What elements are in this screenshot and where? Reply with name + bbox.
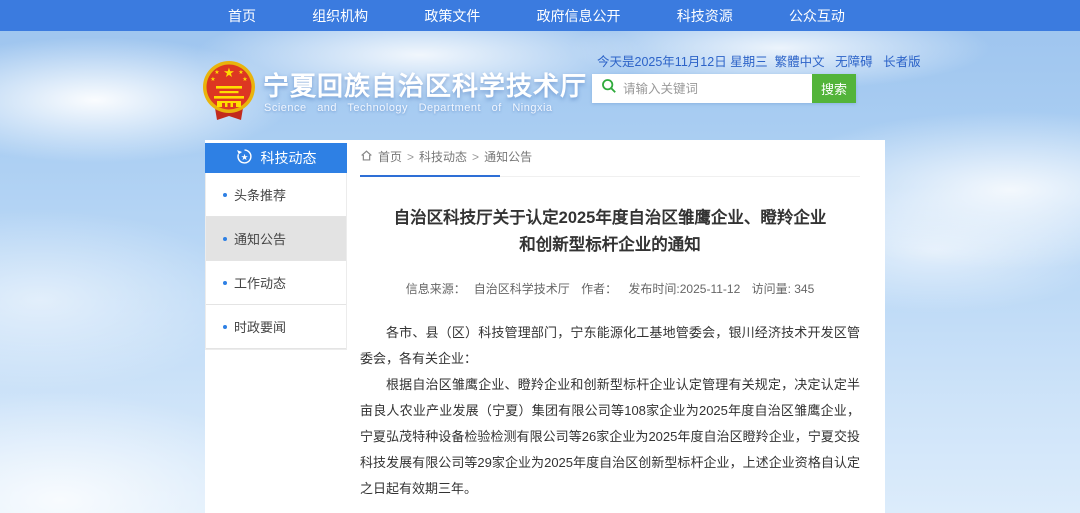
quick-links: 繁體中文 无障碍 长者版 — [768, 51, 921, 70]
national-emblem-logo: ★ ★ ★ ★ ★ — [201, 60, 257, 124]
sidebar-item-work-updates[interactable]: 工作动态 — [206, 261, 346, 305]
meta-source-value: 自治区科学技术厅 — [474, 282, 570, 296]
article-meta: 信息来源： 自治区科学技术厅 作者： 发布时间:2025-11-12 访问量: 3… — [360, 280, 860, 297]
bullet-dot-icon — [223, 281, 227, 285]
svg-text:★: ★ — [238, 69, 243, 76]
bullet-dot-icon — [223, 193, 227, 197]
sidebar-item-notices[interactable]: 通知公告 — [206, 217, 346, 261]
svg-text:★: ★ — [214, 69, 219, 76]
svg-text:★: ★ — [210, 76, 215, 83]
breadcrumb-tech-news[interactable]: 科技动态 — [419, 148, 467, 165]
header-top-row: 今天是2025年11月12日 星期三 繁體中文 无障碍 长者版 — [597, 51, 873, 70]
bullet-dot-icon — [223, 237, 227, 241]
link-elder-version[interactable]: 长者版 — [883, 55, 921, 69]
link-accessibility[interactable]: 无障碍 — [835, 55, 873, 69]
sidebar-header: ★ 科技动态 — [205, 143, 347, 173]
article-title: 自治区科技厅关于认定2025年度自治区雏鹰企业、瞪羚企业 和创新型标杆企业的通知 — [360, 205, 860, 259]
breadcrumb-current: 通知公告 — [484, 148, 532, 165]
search-box — [592, 74, 812, 103]
article-title-line1: 自治区科技厅关于认定2025年度自治区雏鹰企业、瞪羚企业 — [360, 205, 860, 232]
search-icon — [601, 78, 617, 99]
bullet-dot-icon — [223, 325, 227, 329]
sidebar-title: 科技动态 — [261, 148, 317, 168]
site-subtitle-english: Science and Technology Department of Nin… — [264, 102, 553, 114]
article-paragraph: 根据自治区雏鹰企业、瞪羚企业和创新型标杆企业认定管理有关规定，决定认定半亩良人农… — [360, 372, 860, 502]
nav-item-home[interactable]: 首页 — [228, 6, 256, 26]
svg-text:★: ★ — [240, 152, 248, 162]
sidebar: ★ 科技动态 头条推荐 通知公告 工作动态 — [205, 143, 347, 350]
search-input[interactable] — [617, 82, 812, 96]
svg-text:★: ★ — [223, 65, 235, 80]
sidebar-item-headlines[interactable]: 头条推荐 — [206, 173, 346, 217]
breadcrumb-separator: > — [407, 150, 414, 164]
page: 首页 组织机构 政策文件 政府信息公开 科技资源 公众互动 ★ ★ ★ ★ ★ … — [0, 0, 1080, 513]
top-navigation: 首页 组织机构 政策文件 政府信息公开 科技资源 公众互动 — [0, 0, 1080, 31]
meta-source-label: 信息来源： — [406, 282, 466, 296]
sidebar-item-label: 头条推荐 — [234, 185, 286, 204]
breadcrumb-separator: > — [472, 150, 479, 164]
sidebar-menu: 头条推荐 通知公告 工作动态 时政要闻 — [205, 173, 347, 350]
article-paragraph: 各市、县（区）科技管理部门，宁东能源化工基地管委会，银川经济技术开发区管委会，各… — [360, 320, 860, 372]
content-panel: ★ 科技动态 头条推荐 通知公告 工作动态 — [205, 140, 885, 513]
nav-item-gov-info-disclosure[interactable]: 政府信息公开 — [537, 6, 621, 26]
search-button[interactable]: 搜索 — [812, 74, 856, 103]
breadcrumb-home[interactable]: 首页 — [378, 148, 402, 165]
home-icon — [360, 149, 373, 165]
sidebar-item-label: 时政要闻 — [234, 317, 286, 336]
dynamic-star-icon: ★ — [236, 148, 253, 168]
link-traditional-chinese[interactable]: 繁體中文 — [775, 55, 825, 69]
sidebar-item-label: 通知公告 — [234, 229, 286, 248]
nav-item-public-interaction[interactable]: 公众互动 — [789, 6, 845, 26]
nav-item-policy-documents[interactable]: 政策文件 — [424, 6, 480, 26]
current-date-text: 今天是2025年11月12日 星期三 — [597, 51, 768, 70]
meta-author-label: 作者： — [581, 282, 617, 296]
meta-visit-count: 访问量: 345 — [752, 282, 815, 296]
site-title: 宁夏回族自治区科学技术厅 — [263, 66, 587, 103]
sidebar-item-political-news[interactable]: 时政要闻 — [206, 305, 346, 349]
article-body: 各市、县（区）科技管理部门，宁东能源化工基地管委会，银川经济技术开发区管委会，各… — [360, 320, 860, 502]
search-bar: 搜索 — [592, 74, 856, 103]
nav-item-organization[interactable]: 组织机构 — [312, 6, 368, 26]
sidebar-item-label: 工作动态 — [234, 273, 286, 292]
svg-text:★: ★ — [242, 76, 247, 83]
nav-item-tech-resources[interactable]: 科技资源 — [677, 6, 733, 26]
article-title-line2: 和创新型标杆企业的通知 — [360, 232, 860, 259]
meta-publish-time: 发布时间:2025-11-12 — [628, 282, 740, 296]
breadcrumb: 首页 > 科技动态 > 通知公告 — [360, 148, 860, 177]
article-area: 首页 > 科技动态 > 通知公告 自治区科技厅关于认定2025年度自治区雏鹰企业… — [360, 148, 860, 513]
